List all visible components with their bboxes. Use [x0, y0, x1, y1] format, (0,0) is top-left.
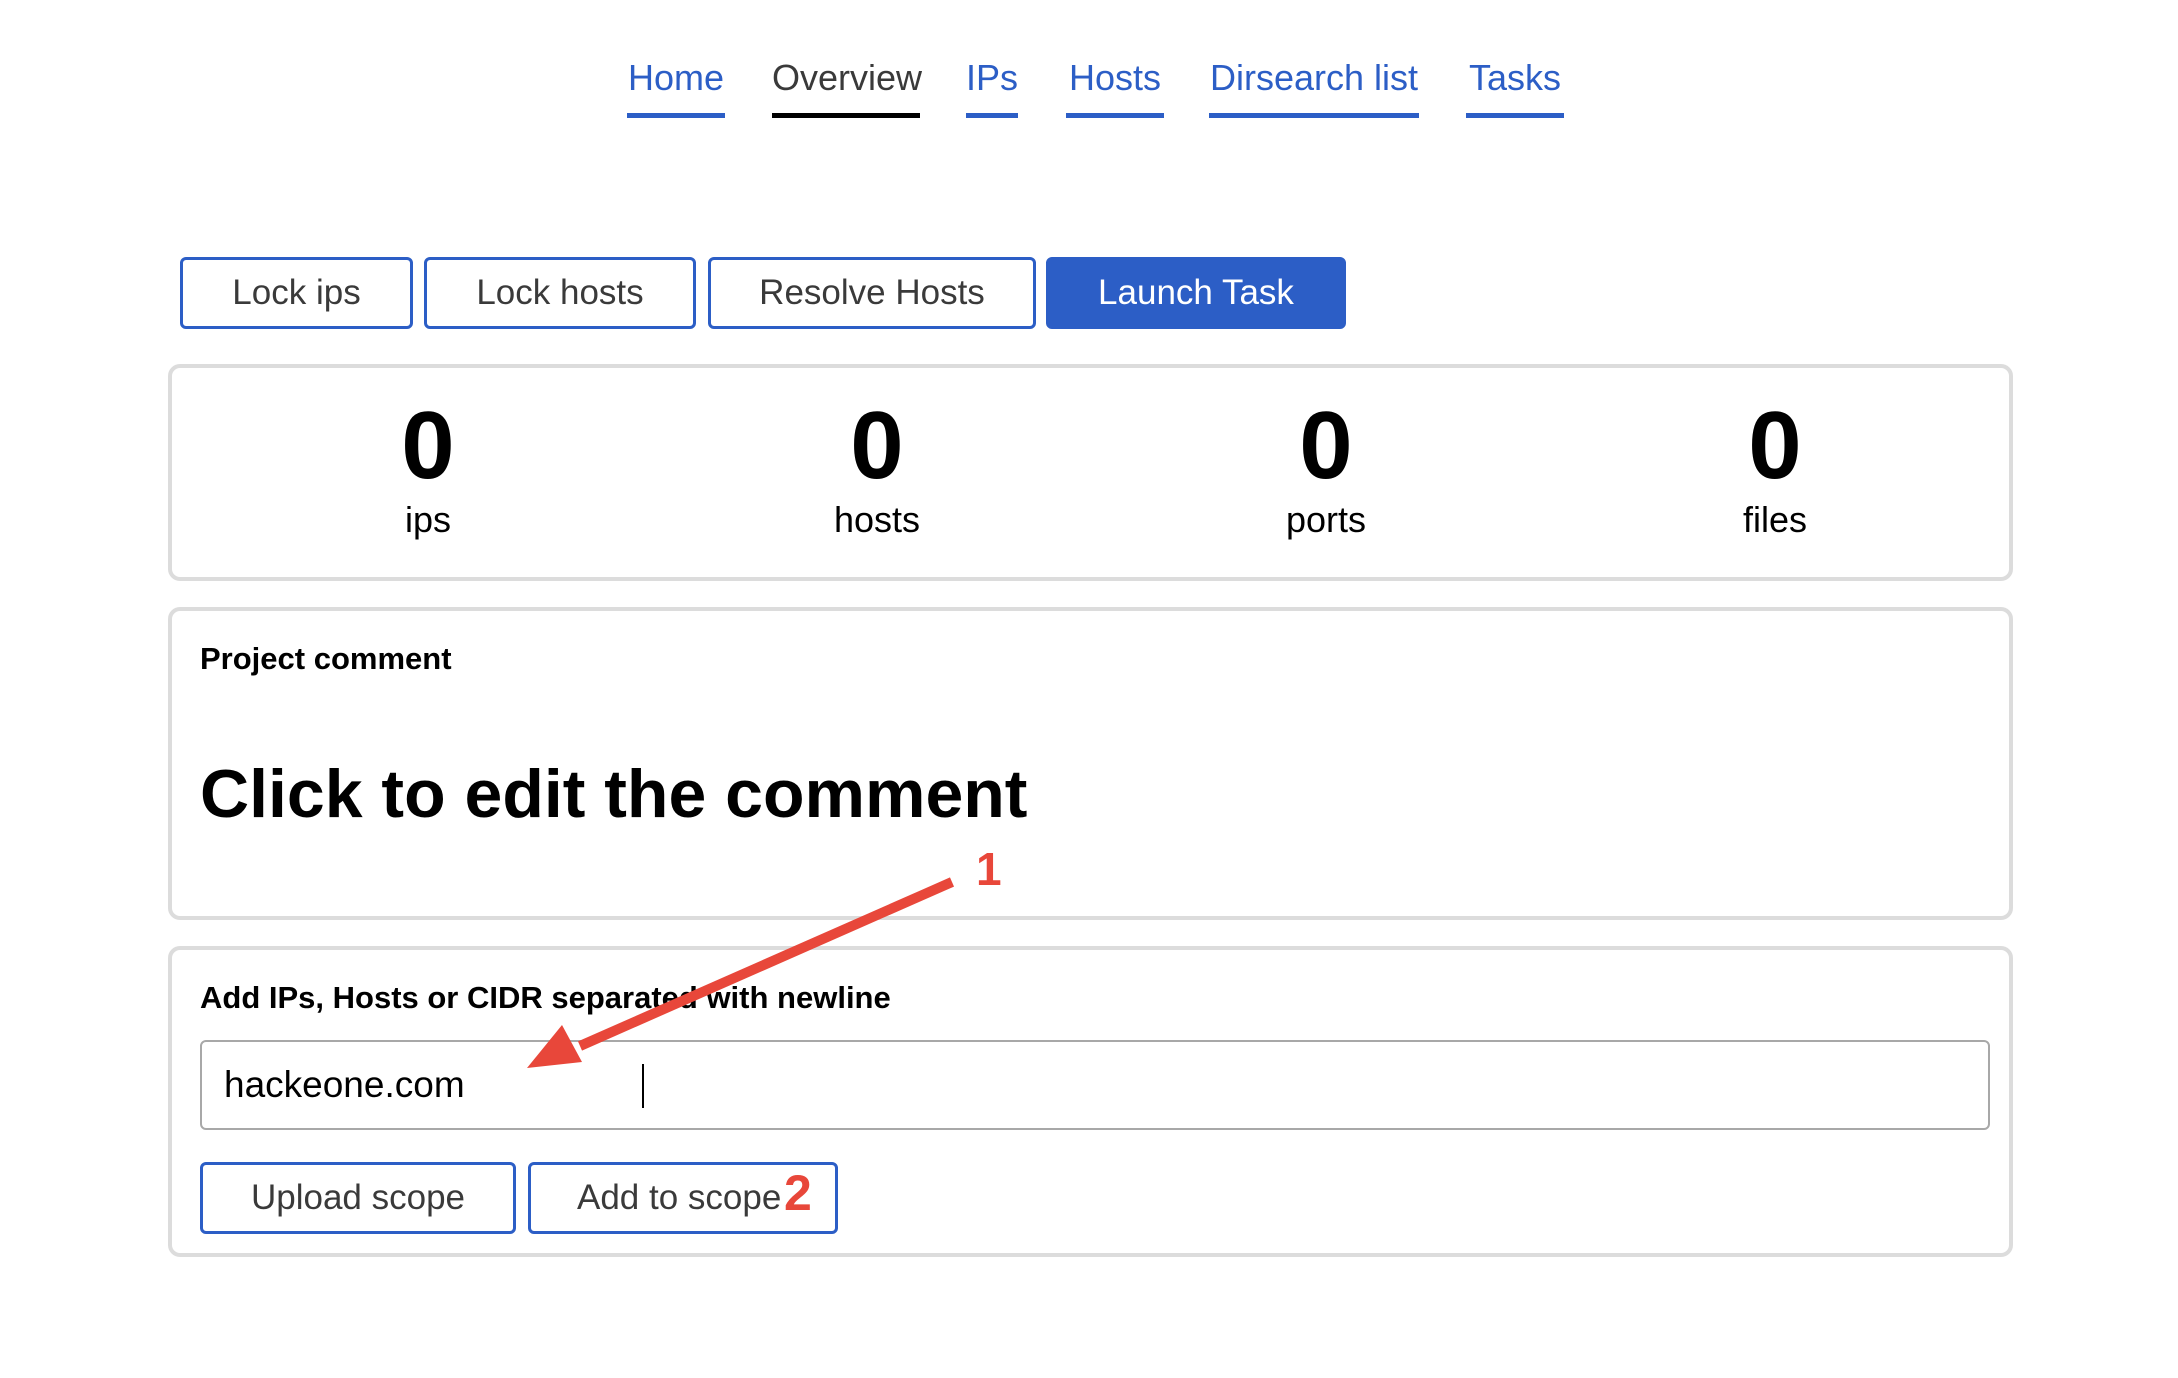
nav-underline-active — [772, 113, 920, 118]
stat-hosts-label: hosts — [833, 499, 921, 540]
comment-editable-text[interactable]: Click to edit the comment — [200, 755, 1027, 833]
stat-ips-value: 0 — [401, 392, 455, 499]
nav-underline — [1466, 113, 1564, 118]
add-to-scope-label: Add to scope — [577, 1178, 782, 1217]
stat-ports-value: 0 — [1299, 392, 1353, 499]
nav-ips[interactable]: IPs — [966, 52, 1018, 118]
stat-ips-label: ips — [404, 499, 452, 540]
comment-title: Project comment — [200, 641, 452, 676]
nav-underline — [627, 113, 725, 118]
text-caret — [642, 1064, 644, 1108]
top-nav: Home Overview IPs Hosts Dirsearch list T… — [0, 52, 2178, 122]
scope-title: Add IPs, Hosts or CIDR separated with ne… — [200, 980, 891, 1015]
nav-underline — [1209, 113, 1419, 118]
nav-tasks[interactable]: Tasks — [1466, 52, 1564, 118]
annotation-step-1: 1 — [976, 843, 1002, 895]
nav-dirsearch-label: Dirsearch list — [1209, 57, 1419, 98]
stat-files-value: 0 — [1748, 392, 1802, 499]
lock-ips-button[interactable]: Lock ips — [180, 257, 413, 329]
stat-files: 0 files — [1625, 368, 1925, 542]
stat-ips: 0 ips — [278, 368, 578, 542]
lock-hosts-button[interactable]: Lock hosts — [424, 257, 696, 329]
resolve-hosts-button[interactable]: Resolve Hosts — [708, 257, 1036, 329]
nav-dirsearch-list[interactable]: Dirsearch list — [1209, 52, 1419, 118]
stat-ports: 0 ports — [1176, 368, 1476, 542]
stat-files-label: files — [1742, 499, 1808, 540]
stat-hosts: 0 hosts — [727, 368, 1027, 542]
nav-hosts-label: Hosts — [1068, 57, 1162, 98]
stats-card: 0 ips 0 hosts 0 ports 0 files — [168, 364, 2013, 581]
upload-scope-button[interactable]: Upload scope — [200, 1162, 516, 1234]
nav-tasks-label: Tasks — [1468, 57, 1562, 98]
comment-card: Project comment Click to edit the commen… — [168, 607, 2013, 920]
scope-input[interactable] — [200, 1040, 1990, 1130]
stat-ports-label: ports — [1285, 499, 1367, 540]
nav-overview-label: Overview — [772, 57, 923, 98]
nav-ips-label: IPs — [966, 57, 1019, 98]
nav-home-label: Home — [627, 57, 725, 98]
launch-task-button[interactable]: Launch Task — [1046, 257, 1346, 329]
nav-underline — [966, 113, 1018, 118]
nav-hosts[interactable]: Hosts — [1066, 52, 1164, 118]
nav-underline — [1066, 113, 1164, 118]
nav-home[interactable]: Home — [627, 52, 725, 118]
scope-card: Add IPs, Hosts or CIDR separated with ne… — [168, 946, 2013, 1257]
stat-hosts-value: 0 — [850, 392, 904, 499]
annotation-step-2: 2 — [784, 1165, 812, 1221]
nav-overview[interactable]: Overview — [772, 52, 923, 118]
